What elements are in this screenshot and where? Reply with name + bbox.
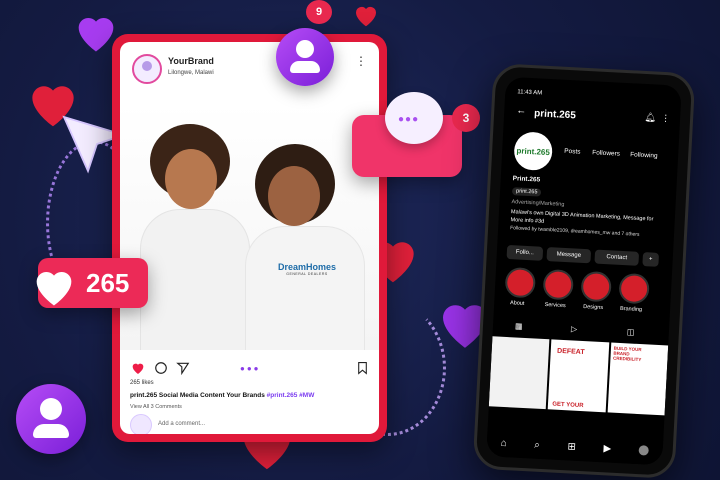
profile-username: print.265 bbox=[533, 108, 577, 122]
heart-icon bbox=[36, 271, 72, 306]
post-photo: DreamHomes GENERAL DEALERS bbox=[120, 104, 379, 350]
status-time: 11:43 AM bbox=[517, 89, 543, 97]
stat-followers[interactable]: Followers bbox=[592, 149, 620, 157]
add-icon[interactable]: ⊞ bbox=[567, 441, 576, 452]
post-brand-name[interactable]: YourBrand bbox=[168, 56, 214, 66]
stat-following[interactable]: Following bbox=[630, 151, 658, 159]
grid-post[interactable]: DEFEAT GET YOUR bbox=[548, 339, 609, 413]
tagged-tab-icon[interactable]: ◫ bbox=[627, 327, 635, 336]
shirt-logo: DreamHomes GENERAL DEALERS bbox=[277, 262, 337, 276]
bell-icon[interactable]: 🔔︎ bbox=[644, 112, 656, 124]
kebab-icon[interactable]: ⋮ bbox=[661, 113, 671, 124]
highlight-designs[interactable]: Designs bbox=[580, 270, 612, 311]
grid-tab-icon[interactable]: ▦ bbox=[515, 321, 523, 330]
chat-badge: 3 bbox=[452, 104, 480, 132]
reels-tab-icon[interactable]: ▷ bbox=[571, 324, 578, 333]
stat-posts[interactable]: Posts bbox=[564, 148, 581, 156]
send-icon[interactable] bbox=[176, 361, 190, 375]
post-header: YourBrand Lilongwe, Malawi ⋮ bbox=[128, 50, 371, 90]
post-likes: 265 likes bbox=[130, 380, 154, 386]
notification-badge: 9 bbox=[306, 0, 332, 24]
avatar[interactable] bbox=[638, 445, 650, 456]
post-location: Lilongwe, Malawi bbox=[168, 70, 214, 76]
add-user-icon[interactable]: + bbox=[642, 252, 660, 267]
user-icon bbox=[276, 28, 334, 86]
heart-icon bbox=[356, 6, 376, 27]
instagram-post-card: YourBrand Lilongwe, Malawi ⋮ DreamHomes … bbox=[112, 34, 387, 442]
threads-handle[interactable]: print.265 bbox=[511, 187, 542, 197]
grid-post[interactable] bbox=[488, 336, 550, 410]
post-caption: print.265 Social Media Content Your Bran… bbox=[130, 392, 315, 399]
highlight-about[interactable]: About bbox=[504, 266, 537, 307]
search-icon[interactable]: ⌕ bbox=[534, 439, 540, 450]
post-grid: DEFEAT GET YOUR BUILD YOUR BRAND CREDIBI… bbox=[488, 336, 669, 416]
reels-icon[interactable]: ▶︎ bbox=[603, 443, 611, 454]
profile-logo: print.265 bbox=[513, 131, 554, 172]
like-count: 265 bbox=[86, 268, 130, 298]
grid-post[interactable]: BUILD YOUR BRAND CREDIBILITY bbox=[607, 342, 669, 416]
comment-icon[interactable] bbox=[154, 361, 168, 375]
home-icon[interactable]: ⌂ bbox=[500, 437, 507, 448]
user-icon bbox=[16, 384, 86, 454]
message-button[interactable]: Message bbox=[546, 247, 592, 264]
avatar[interactable] bbox=[132, 54, 162, 84]
bookmark-icon[interactable] bbox=[356, 361, 369, 375]
view-comments-link[interactable]: View All 3 Comments bbox=[130, 404, 182, 410]
bottom-nav: ⌂ ⌕ ⊞ ▶︎ bbox=[486, 428, 664, 466]
highlight-branding[interactable]: Branding bbox=[618, 272, 650, 313]
heart-icon[interactable] bbox=[130, 360, 146, 376]
chat-icon: ●●● bbox=[385, 92, 443, 144]
instagram-profile-screen: 11:43 AM ← print.265 🔔︎ ⋮ print.265 Post… bbox=[486, 76, 682, 466]
highlight-services[interactable]: Services bbox=[542, 268, 575, 309]
profile-category: Advertising/Marketing bbox=[511, 199, 565, 208]
back-arrow-icon[interactable]: ← bbox=[516, 105, 527, 117]
add-comment-input[interactable]: Add a comment... bbox=[158, 421, 205, 427]
carousel-dots: ●●● bbox=[240, 364, 261, 373]
phone-mockup: 11:43 AM ← print.265 🔔︎ ⋮ print.265 Post… bbox=[472, 62, 696, 480]
avatar bbox=[130, 414, 152, 434]
contact-button[interactable]: Contact bbox=[594, 249, 640, 266]
kebab-icon[interactable]: ⋮ bbox=[355, 55, 367, 67]
follow-button[interactable]: Follo... bbox=[506, 244, 544, 261]
like-count-bubble: 265 bbox=[36, 258, 148, 308]
display-name: Print.265 bbox=[512, 175, 541, 184]
post-actions: ●●● bbox=[128, 358, 371, 380]
